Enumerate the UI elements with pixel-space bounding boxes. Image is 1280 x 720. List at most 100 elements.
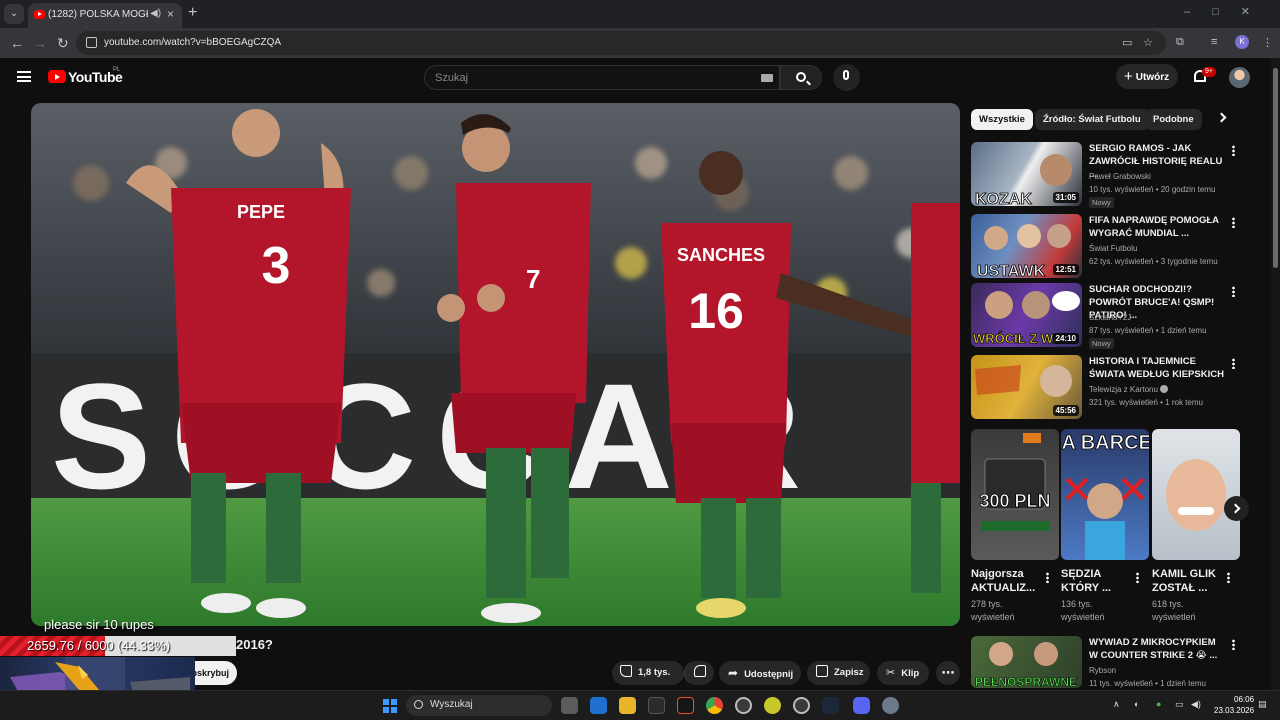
forward-icon[interactable]: → <box>33 35 47 51</box>
windows-start-icon[interactable] <box>383 699 397 713</box>
voice-search-button[interactable] <box>833 64 860 91</box>
more-options-icon[interactable] <box>1227 572 1230 583</box>
profile-avatar[interactable]: K <box>1235 35 1249 49</box>
recommendation-item[interactable]: WRÓCIŁ Z WA 24:10 SUCHAR ODCHODZI!? POWR… <box>971 283 1261 349</box>
shorts-thumbnail[interactable]: KOCHA BARCELONE <box>1061 429 1149 560</box>
more-options-icon[interactable] <box>1232 217 1235 228</box>
more-options-icon[interactable] <box>1232 286 1235 297</box>
app-icon[interactable] <box>735 697 752 714</box>
chips-next-icon[interactable] <box>1216 112 1227 123</box>
save-button[interactable]: Zapisz <box>807 661 870 685</box>
taskbar-search[interactable]: Wyszukaj <box>406 695 552 716</box>
discord-icon[interactable] <box>853 697 870 714</box>
more-actions-button[interactable]: ⋯ <box>936 661 960 685</box>
settings-icon[interactable] <box>882 697 899 714</box>
address-bar[interactable]: youtube.com/watch?v=bBOEGAgCZQA <box>76 31 1166 55</box>
video-thumbnail[interactable]: 45:56 <box>971 355 1082 419</box>
outlook-icon[interactable] <box>590 697 607 714</box>
more-options-icon[interactable] <box>1232 358 1235 369</box>
extensions-icon[interactable]: ⧉ <box>1176 36 1184 49</box>
chrome-icon[interactable] <box>706 697 723 714</box>
app-icon[interactable] <box>764 697 781 714</box>
cast-icon[interactable]: ▭ <box>1122 36 1132 49</box>
window-controls[interactable]: –□✕ <box>1184 5 1272 18</box>
clip-button[interactable]: ✂ Klip <box>877 661 929 685</box>
video-title[interactable]: HISTORIA I TAJEMNICE ŚWIATA WEDŁUG KIEPS… <box>1089 355 1227 381</box>
shorts-item[interactable]: 300 PLN Najgorsza AKTUALIZ... 278 tys. w… <box>971 429 1059 624</box>
new-tab-button[interactable]: + <box>188 4 197 22</box>
reload-icon[interactable]: ↻ <box>57 35 69 52</box>
media-controls-icon[interactable]: ≡ <box>1211 36 1217 48</box>
recommendation-item[interactable]: PEŁNOSPRAWNE WYWIAD Z MIKROCYPKIEM W COU… <box>971 636 1261 688</box>
shorts-title[interactable]: SĘDZIA KTÓRY ... <box>1061 567 1133 595</box>
task-view-icon[interactable] <box>561 697 578 714</box>
chip-related[interactable]: Podobne <box>1145 109 1202 130</box>
url-text[interactable]: youtube.com/watch?v=bBOEGAgCZQA <box>104 37 281 48</box>
search-input[interactable]: Szukaj <box>424 65 780 90</box>
terminal-icon[interactable] <box>677 697 694 714</box>
shorts-thumbnail[interactable] <box>1152 429 1240 560</box>
network-icon[interactable]: ▭ <box>1175 699 1184 710</box>
search-button[interactable] <box>780 65 822 90</box>
like-button[interactable]: 1,8 tys. <box>612 661 684 685</box>
recommendation-item[interactable]: USTAWK 12:51 FIFA NAPRAWDĘ POMOGŁA WYGRA… <box>971 214 1261 278</box>
shorts-item[interactable]: KAMIL GLIK ZOSTAŁ ... 618 tys. wyświetle… <box>1152 429 1240 624</box>
chip-all[interactable]: Wszystkie <box>971 109 1033 130</box>
recommendation-item[interactable]: 45:56 HISTORIA I TAJEMNICE ŚWIATA WEDŁUG… <box>971 355 1261 419</box>
taskbar-clock[interactable]: 06:06 23.03.2026 <box>1214 694 1254 716</box>
bookmark-star-icon[interactable]: ☆ <box>1143 36 1153 49</box>
donation-goal-bar: 2659.76 / 6000 (44.33%) <box>0 636 236 656</box>
file-explorer-icon[interactable] <box>619 697 636 714</box>
browser-tab[interactable]: (1282) POLSKA MOGŁA WY ◀) × <box>28 3 182 28</box>
store-icon[interactable] <box>648 697 665 714</box>
more-options-icon[interactable] <box>1232 145 1235 156</box>
video-title[interactable]: FIFA NAPRAWDĘ POMOGŁA WYGRAĆ MUNDIAL ... <box>1089 214 1227 240</box>
app-icon[interactable] <box>793 697 810 714</box>
recommendation-item[interactable]: KOZAK 31:05 SERGIO RAMOS - JAK ZAWRÓCIŁ … <box>971 142 1261 208</box>
page-scrollbar[interactable] <box>1271 58 1280 698</box>
speaker-icon[interactable]: ◀) <box>150 8 161 19</box>
tray-app-icon[interactable]: ◐ <box>1134 699 1139 709</box>
video-thumbnail[interactable]: PEŁNOSPRAWNE <box>971 636 1082 688</box>
video-thumbnail[interactable]: WRÓCIŁ Z WA 24:10 <box>971 283 1082 347</box>
microphone-tray-icon[interactable]: ● <box>1156 699 1161 709</box>
channel-name[interactable]: Rybson <box>1089 666 1116 675</box>
tray-chevron-icon[interactable]: ∧ <box>1113 699 1120 710</box>
youtube-logo-icon[interactable] <box>48 70 66 83</box>
channel-name[interactable]: Paweł Grabowski <box>1089 172 1151 181</box>
video-title[interactable]: WYWIAD Z MIKROCYPKIEM W COUNTER STRIKE 2… <box>1089 636 1227 662</box>
create-button[interactable]: + Utwórz <box>1116 64 1178 89</box>
volume-icon[interactable]: ◀) <box>1191 699 1201 710</box>
save-icon <box>816 665 828 677</box>
video-thumbnail[interactable]: USTAWK 12:51 <box>971 214 1082 278</box>
notification-center-icon[interactable]: ▤ <box>1258 699 1267 710</box>
site-info-icon[interactable] <box>86 37 97 48</box>
keyboard-icon[interactable] <box>761 74 773 82</box>
shorts-item[interactable]: KOCHA BARCELONE SĘDZIA KTÓRY ... 136 tys… <box>1061 429 1149 624</box>
close-tab-icon[interactable]: × <box>167 7 174 21</box>
like-count: 1,8 tys. <box>638 667 671 678</box>
thumbnail-text: PEŁNOSPRAWNE <box>975 675 1077 688</box>
tab-search-button[interactable]: ⌄ <box>4 4 24 24</box>
channel-name[interactable]: Świat Futbolu <box>1089 244 1137 253</box>
more-options-icon[interactable] <box>1136 572 1139 583</box>
steam-icon[interactable] <box>822 697 839 714</box>
shorts-next-button[interactable] <box>1224 496 1249 521</box>
shorts-title[interactable]: KAMIL GLIK ZOSTAŁ ... <box>1152 567 1224 595</box>
menu-icon[interactable] <box>17 71 31 82</box>
more-options-icon[interactable] <box>1046 572 1049 583</box>
video-player[interactable]: SOCCAR PEPE 3 7 SANCHES 16 <box>31 103 960 626</box>
dislike-button[interactable] <box>684 661 714 685</box>
user-avatar[interactable] <box>1229 67 1250 88</box>
video-thumbnail[interactable]: KOZAK 31:05 <box>971 142 1082 206</box>
channel-name[interactable]: Telewizja z Kartonu <box>1089 385 1169 394</box>
share-button[interactable]: ➦ Udostępnij <box>719 661 801 685</box>
channel-name[interactable]: SzklanaY2J <box>1089 313 1131 322</box>
back-icon[interactable]: ← <box>10 35 24 51</box>
browser-menu-icon[interactable]: ⋮ <box>1262 36 1273 49</box>
shorts-thumbnail[interactable]: 300 PLN <box>971 429 1059 560</box>
shorts-title[interactable]: Najgorsza AKTUALIZ... <box>971 567 1043 595</box>
chip-source[interactable]: Źródło: Świat Futbolu <box>1035 109 1149 130</box>
more-options-icon[interactable] <box>1232 639 1235 650</box>
scrollbar-thumb[interactable] <box>1273 68 1278 268</box>
